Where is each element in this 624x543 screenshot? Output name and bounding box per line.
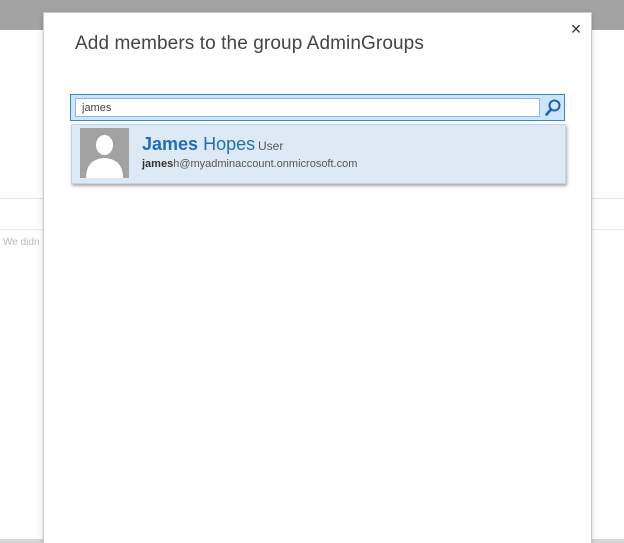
person-email-rest: h@myadminaccount.onmicrosoft.com — [173, 158, 358, 170]
avatar — [80, 128, 129, 178]
dialog-title: Add members to the group AdminGroups — [75, 33, 424, 54]
person-email-match: james — [142, 158, 174, 170]
person-name: James Hopes — [142, 134, 255, 155]
people-suggestion-item[interactable]: James Hopes User jamesh@myadminaccount.o… — [71, 124, 566, 184]
search-button[interactable] — [543, 97, 563, 118]
search-input[interactable] — [75, 98, 540, 117]
close-icon[interactable]: × — [571, 19, 582, 39]
person-name-rest: Hopes — [198, 134, 256, 154]
person-name-match: James — [142, 134, 199, 154]
search-box — [70, 94, 565, 121]
person-type-label: User — [258, 139, 284, 153]
background-message: We didn — [3, 237, 40, 248]
person-email: jamesh@myadminaccount.onmicrosoft.com — [142, 158, 357, 170]
search-icon[interactable] — [543, 97, 563, 118]
add-members-dialog: × Add members to the group AdminGroups J… — [44, 13, 591, 543]
person-silhouette-icon — [80, 128, 129, 178]
close-button[interactable]: × — [564, 17, 588, 41]
